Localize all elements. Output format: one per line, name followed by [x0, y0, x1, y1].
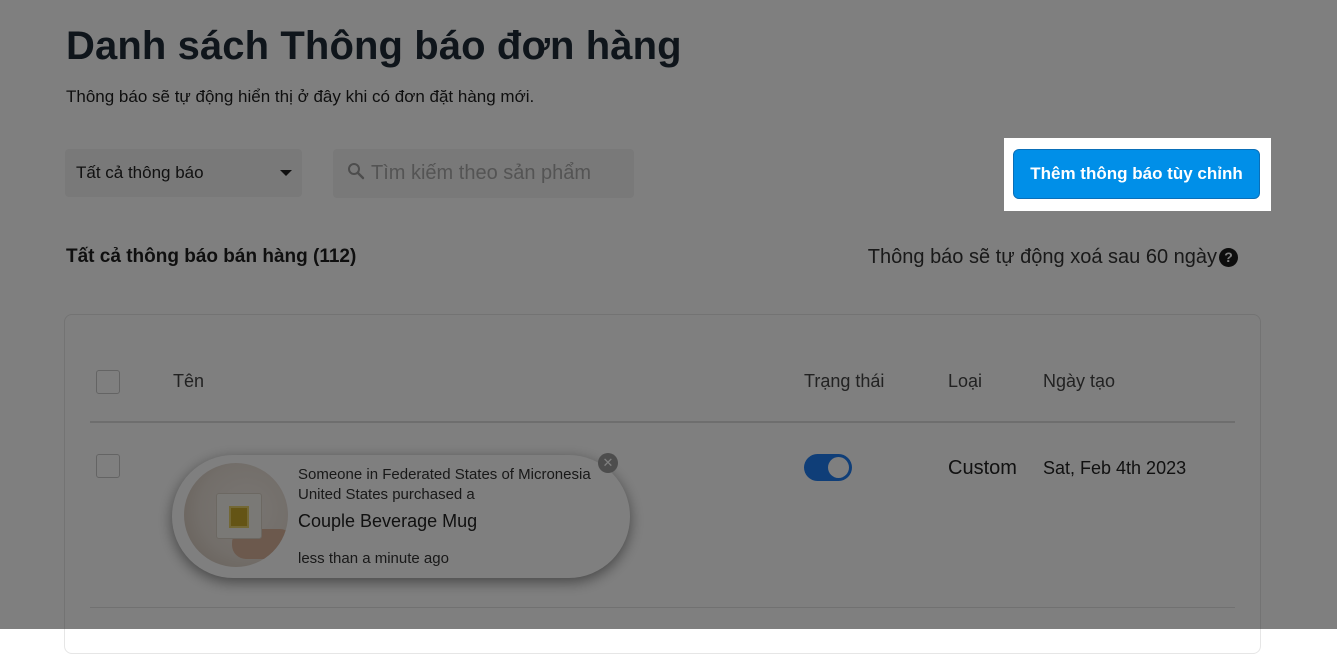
notification-popup-preview[interactable]: Someone in Federated States of Micronesi…: [172, 453, 630, 578]
help-circle-icon[interactable]: ?: [1219, 248, 1238, 267]
column-header-created: Ngày tạo: [1043, 371, 1116, 391]
status-toggle[interactable]: [804, 454, 852, 481]
row-type: Custom: [948, 457, 1017, 479]
close-icon[interactable]: ✕: [598, 453, 618, 473]
notification-list-page: Danh sách Thông báo đơn hàng Thông báo s…: [0, 0, 1337, 654]
product-search-box[interactable]: [333, 149, 634, 198]
popup-line-2: United States purchased a: [298, 486, 475, 503]
search-icon: [348, 163, 365, 180]
page-subtitle: Thông báo sẽ tự động hiển thị ở đây khi …: [66, 87, 535, 106]
popup-time: less than a minute ago: [298, 550, 449, 567]
toggle-knob: [828, 457, 849, 478]
popup-message: Someone in Federated States of Micronesi…: [298, 465, 598, 505]
select-all-checkbox[interactable]: [96, 370, 120, 394]
column-header-name: Tên: [173, 371, 205, 391]
sales-notifications-heading: Tất cả thông báo bán hàng (112): [66, 246, 357, 267]
chevron-down-icon: [280, 170, 292, 176]
column-header-type: Loại: [948, 371, 983, 391]
add-custom-notification-button[interactable]: Thêm thông báo tùy chỉnh: [1013, 149, 1260, 199]
page-title: Danh sách Thông báo đơn hàng: [66, 24, 682, 68]
row-checkbox[interactable]: [96, 454, 120, 478]
filter-select-value: Tất cả thông báo: [76, 163, 204, 182]
thumbnail-mug: [216, 493, 262, 539]
notification-filter-select[interactable]: Tất cả thông báo: [65, 149, 302, 197]
product-search-input[interactable]: [371, 149, 626, 198]
row-created-date: Sat, Feb 4th 2023: [1043, 458, 1187, 478]
column-header-status: Trạng thái: [804, 371, 885, 391]
table-row-divider: [90, 607, 1235, 608]
auto-delete-text: Thông báo sẽ tự động xoá sau 60 ngày: [867, 246, 1217, 268]
highlight-spotlight: Thêm thông báo tùy chỉnh: [1004, 138, 1271, 211]
popup-product-name: Couple Beverage Mug: [298, 511, 478, 531]
popup-line-1: Someone in Federated States of Micronesi…: [298, 466, 591, 483]
table-header-divider: [90, 421, 1235, 423]
thumbnail-mug-photo: [229, 506, 249, 528]
auto-delete-note: Thông báo sẽ tự động xoá sau 60 ngày ?: [868, 246, 1238, 269]
product-thumbnail: [184, 463, 288, 567]
